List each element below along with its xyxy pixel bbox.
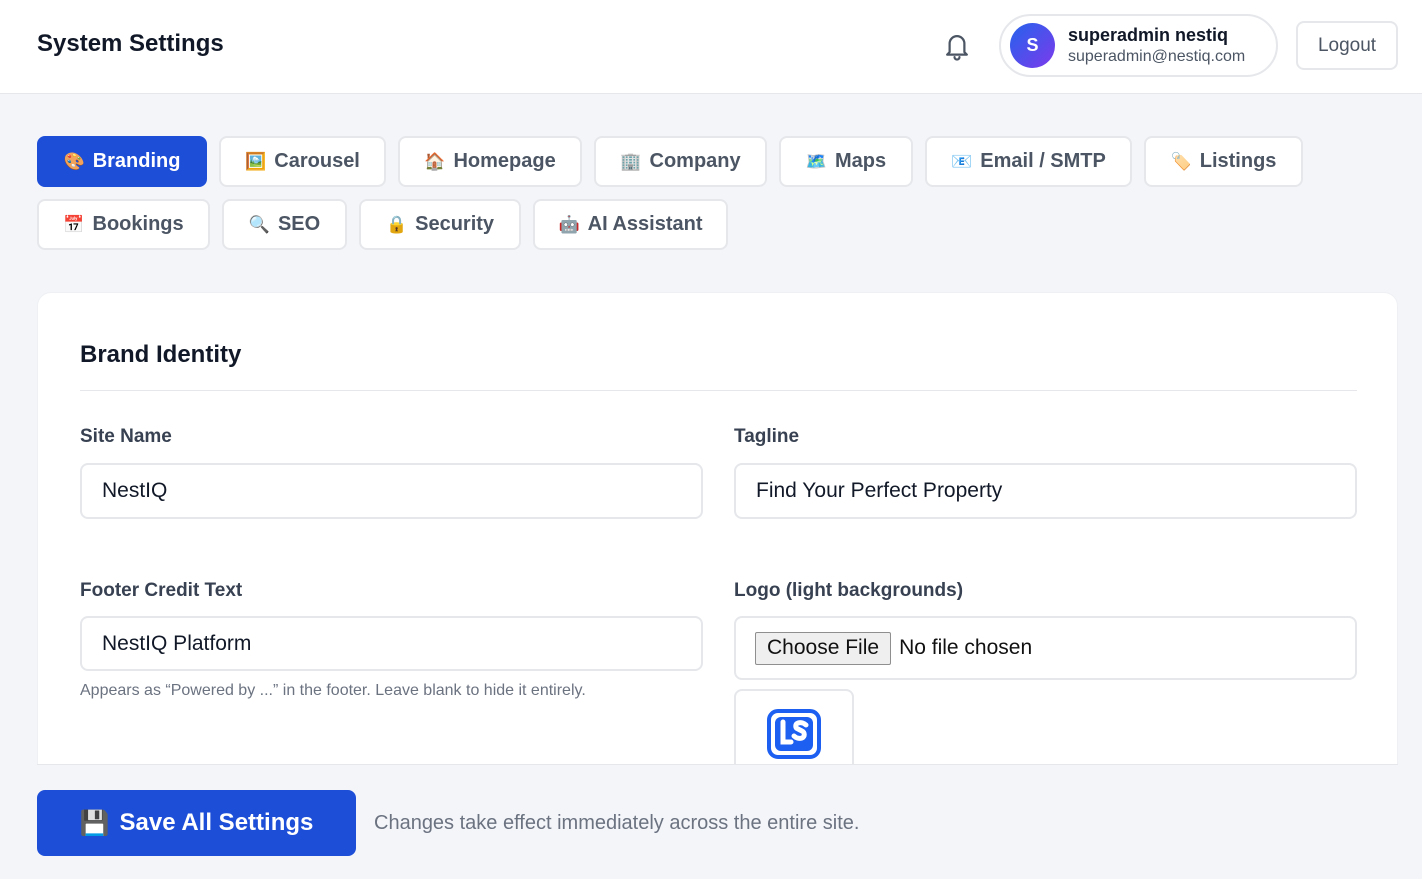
tab-label: SEO bbox=[277, 213, 321, 235]
tab-label: Email / SMTP bbox=[980, 150, 1106, 172]
building-icon: 🏢 bbox=[620, 152, 642, 171]
top-bar: System Settings S superadmin nestiq supe… bbox=[0, 0, 1422, 94]
avatar: S bbox=[1010, 23, 1055, 68]
calendar-icon: 📅 bbox=[63, 215, 85, 234]
notifications-bell-icon[interactable] bbox=[940, 29, 974, 63]
user-name: superadmin nestiq bbox=[1068, 24, 1229, 45]
robot-icon: 🤖 bbox=[558, 215, 580, 234]
user-email: superadmin@nestiq.com bbox=[1068, 47, 1246, 65]
tab-company[interactable]: 🏢 Company bbox=[594, 136, 767, 187]
tab-label: Branding bbox=[92, 150, 181, 172]
site-name-label: Site Name bbox=[80, 426, 172, 447]
tab-seo[interactable]: 🔍 SEO bbox=[222, 199, 347, 250]
tab-carousel[interactable]: 🖼️ Carousel bbox=[219, 136, 386, 187]
house-icon: 🏠 bbox=[424, 152, 446, 171]
tab-bookings[interactable]: 📅 Bookings bbox=[37, 199, 210, 250]
tag-icon: 🏷️ bbox=[1170, 152, 1192, 171]
save-all-settings-button[interactable]: 💾 Save All Settings bbox=[37, 790, 356, 856]
logo-file-input[interactable]: Choose File No file chosen bbox=[734, 616, 1357, 680]
user-menu[interactable]: S superadmin nestiq superadmin@nestiq.co… bbox=[999, 14, 1278, 77]
save-bar: 💾 Save All Settings Changes take effect … bbox=[37, 764, 1398, 879]
tab-security[interactable]: 🔒 Security bbox=[359, 199, 521, 250]
site-logo-icon bbox=[767, 709, 821, 759]
logout-button[interactable]: Logout bbox=[1296, 21, 1398, 70]
tab-email-smtp[interactable]: 📧 Email / SMTP bbox=[925, 136, 1132, 187]
envelope-icon: 📧 bbox=[951, 152, 973, 171]
save-note: Changes take effect immediately across t… bbox=[374, 812, 860, 834]
tagline-label: Tagline bbox=[734, 426, 800, 447]
page-title: System Settings bbox=[37, 30, 224, 57]
tab-label: Security bbox=[415, 213, 495, 235]
site-name-input[interactable] bbox=[80, 463, 703, 519]
footer-credit-hint: Appears as “Powered by ...” in the foote… bbox=[80, 682, 586, 699]
magnifier-icon: 🔍 bbox=[248, 215, 270, 234]
map-icon: 🗺️ bbox=[805, 152, 828, 171]
palette-icon: 🎨 bbox=[63, 152, 85, 171]
section-title: Brand Identity bbox=[80, 341, 242, 368]
save-label: Save All Settings bbox=[119, 809, 314, 836]
tab-label: AI Assistant bbox=[587, 213, 703, 235]
picture-icon: 🖼️ bbox=[245, 152, 267, 171]
file-status: No file chosen bbox=[899, 636, 1033, 659]
tab-branding[interactable]: 🎨 Branding bbox=[37, 136, 207, 187]
tab-homepage[interactable]: 🏠 Homepage bbox=[398, 136, 582, 187]
tab-label: Homepage bbox=[453, 150, 556, 172]
floppy-disk-icon: 💾 bbox=[79, 809, 110, 837]
tab-label: Bookings bbox=[92, 213, 184, 235]
tab-label: Company bbox=[649, 150, 741, 172]
tab-listings[interactable]: 🏷️ Listings bbox=[1144, 136, 1303, 187]
tagline-input[interactable] bbox=[734, 463, 1357, 519]
footer-credit-label: Footer Credit Text bbox=[80, 580, 243, 601]
tab-label: Carousel bbox=[274, 150, 360, 172]
tab-maps[interactable]: 🗺️ Maps bbox=[779, 136, 913, 187]
logo-label: Logo (light backgrounds) bbox=[734, 580, 964, 601]
footer-credit-input[interactable] bbox=[80, 616, 703, 671]
tab-ai-assistant[interactable]: 🤖 AI Assistant bbox=[533, 199, 728, 250]
tab-label: Listings bbox=[1199, 150, 1277, 172]
tab-label: Maps bbox=[835, 150, 887, 172]
divider bbox=[80, 390, 1357, 391]
choose-file-button[interactable]: Choose File bbox=[755, 631, 892, 665]
lock-icon: 🔒 bbox=[385, 215, 408, 234]
